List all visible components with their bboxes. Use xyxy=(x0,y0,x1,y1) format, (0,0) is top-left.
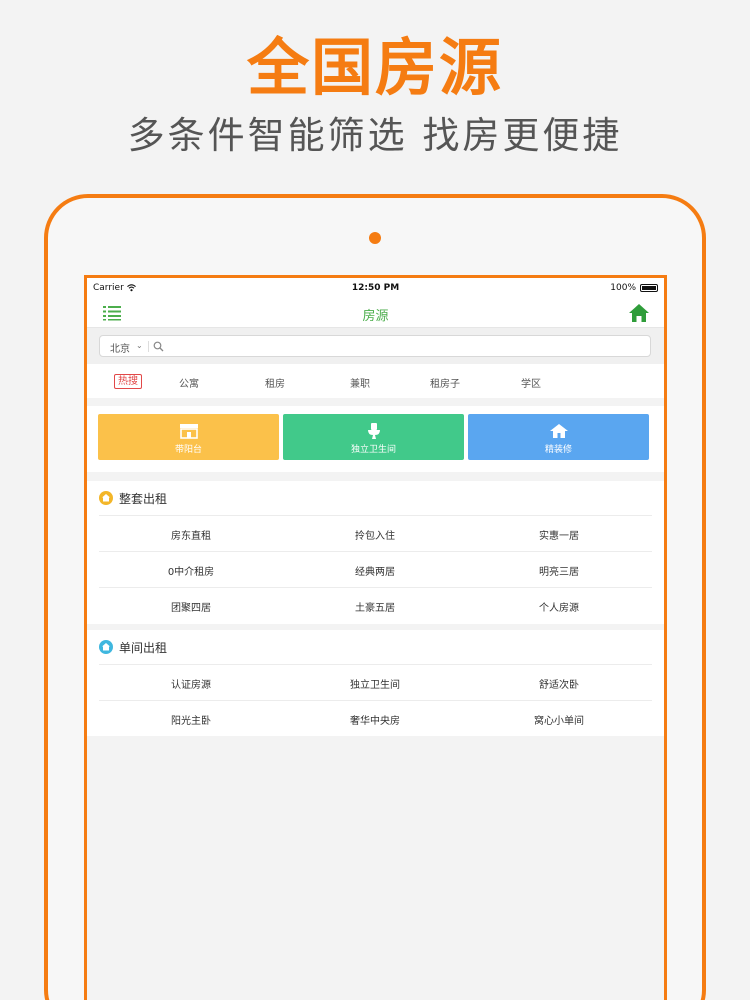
grid-item[interactable]: 奢华中央房 xyxy=(283,712,467,727)
search-bar: 北京 ⌄ xyxy=(87,328,664,364)
home-badge-icon xyxy=(99,491,113,505)
section-title: 单间出租 xyxy=(119,641,168,655)
grid-item[interactable]: 认证房源 xyxy=(99,676,283,691)
shop-icon xyxy=(179,424,198,439)
promo-title: 全国房源 xyxy=(246,31,503,104)
grid-item[interactable]: 明亮三居 xyxy=(467,563,651,578)
status-time: 12:50 PM xyxy=(351,283,400,293)
hot-item[interactable]: 学区 xyxy=(521,375,541,390)
table-row: 0中介租房 经典两居 明亮三居 xyxy=(99,551,652,587)
table-row: 认证房源 独立卫生间 舒适次卧 xyxy=(99,664,652,700)
section-whole-rent: 整套出租 房东直租 拎包入住 实惠一居 0中介租房 经典两居 明亮三居 团聚四居… xyxy=(87,481,664,624)
battery-icon xyxy=(640,284,658,292)
grid-item[interactable]: 0中介租房 xyxy=(99,563,283,578)
home-badge-icon xyxy=(99,640,113,654)
app-screen: Carrier 12:50 PM 100% 房源 北京 ⌄ 热搜 公寓 租房 兼… xyxy=(84,275,667,1000)
table-row: 阳光主卧 奢华中央房 窝心小单间 xyxy=(99,700,652,736)
search-box: 北京 ⌄ xyxy=(99,335,651,357)
section-header: 整套出租 xyxy=(87,481,664,515)
grid-item[interactable]: 窝心小单间 xyxy=(467,712,651,727)
search-icon xyxy=(153,341,164,352)
grid-item[interactable]: 个人房源 xyxy=(467,599,651,614)
search-input[interactable] xyxy=(168,338,638,354)
status-bar: Carrier 12:50 PM 100% xyxy=(87,278,664,298)
nav-bar: 房源 xyxy=(87,298,664,328)
toilet-icon xyxy=(367,423,380,439)
filter-balcony-button[interactable]: 带阳台 xyxy=(98,414,279,460)
camera-dot xyxy=(369,232,381,244)
city-selector[interactable]: 北京 xyxy=(110,340,130,355)
filter-bathroom-button[interactable]: 独立卫生间 xyxy=(283,414,464,460)
hot-item[interactable]: 租房子 xyxy=(430,375,460,390)
page-title: 房源 xyxy=(362,309,389,324)
table-row: 房东直租 拎包入住 实惠一居 xyxy=(99,515,652,551)
grid-item[interactable]: 舒适次卧 xyxy=(467,676,651,691)
grid-item[interactable]: 团聚四居 xyxy=(99,599,283,614)
hot-tag: 热搜 xyxy=(114,374,142,389)
grid-item[interactable]: 独立卫生间 xyxy=(283,676,467,691)
hot-item[interactable]: 租房 xyxy=(265,375,285,390)
grid-item[interactable]: 阳光主卧 xyxy=(99,712,283,727)
promo-subtitle: 多条件智能筛选 找房更便捷 xyxy=(127,114,623,157)
search-divider xyxy=(148,341,149,352)
grid-item[interactable]: 拎包入住 xyxy=(283,527,467,542)
section-header: 单间出租 xyxy=(87,630,664,664)
hot-item[interactable]: 公寓 xyxy=(179,375,199,390)
section-room-rent: 单间出租 认证房源 独立卫生间 舒适次卧 阳光主卧 奢华中央房 窝心小单间 xyxy=(87,630,664,736)
house-icon xyxy=(549,424,568,438)
feature-label: 独立卫生间 xyxy=(350,445,396,455)
home-icon[interactable] xyxy=(628,303,650,323)
table-row: 团聚四居 土豪五居 个人房源 xyxy=(99,587,652,623)
grid-item[interactable]: 土豪五居 xyxy=(283,599,467,614)
feature-label: 精装修 xyxy=(544,445,572,455)
grid-item[interactable]: 经典两居 xyxy=(283,563,467,578)
grid-item[interactable]: 房东直租 xyxy=(99,527,283,542)
grid-item[interactable]: 实惠一居 xyxy=(467,527,651,542)
section-title: 整套出租 xyxy=(119,492,168,506)
feature-label: 带阳台 xyxy=(174,445,202,455)
chevron-down-icon[interactable]: ⌄ xyxy=(136,341,143,350)
hot-item[interactable]: 兼职 xyxy=(350,375,370,390)
battery-percent: 100% xyxy=(610,283,636,293)
hot-search-bar: 热搜 公寓 租房 兼职 租房子 学区 xyxy=(87,364,664,398)
filter-decorated-button[interactable]: 精装修 xyxy=(468,414,649,460)
feature-filters: 带阳台 独立卫生间 精装修 xyxy=(87,406,664,472)
